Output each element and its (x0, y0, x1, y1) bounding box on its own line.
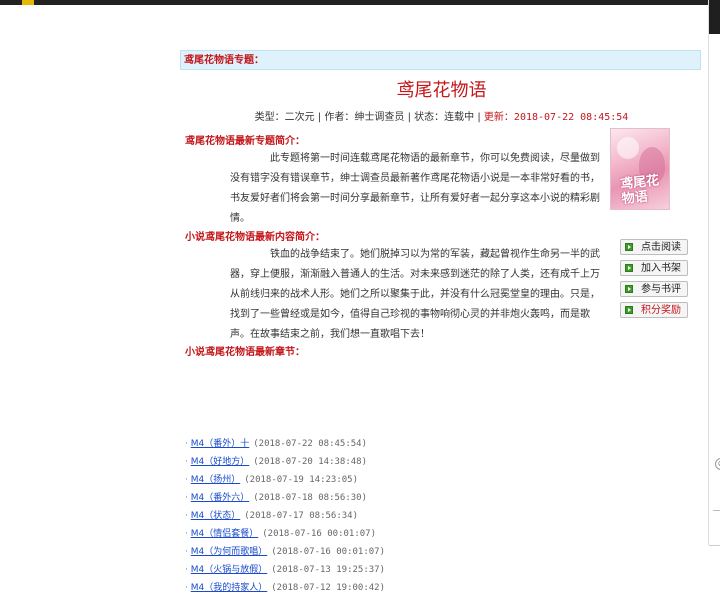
list-item: · M4（为何而歌唱） (2018-07-16 00:01:07) (185, 543, 685, 561)
topic-header: 鸢尾花物语专题： (180, 50, 701, 70)
chapter-time: (2018-07-18 08:56:30) (253, 493, 368, 503)
chapter-link[interactable]: M4（状态） (191, 511, 241, 521)
side-panel: ⊘ (708, 0, 720, 546)
add-shelf-button[interactable]: 加入书架 (620, 260, 688, 276)
points-reward-button[interactable]: 积分奖励 (620, 302, 688, 318)
chapter-link[interactable]: M4（火锅与放假） (191, 565, 268, 575)
book-type: 类型：二次元 (254, 112, 315, 123)
book-author: 作者：绅士调查员 (324, 112, 405, 123)
chapter-link[interactable]: M4（情侣套餐） (191, 529, 259, 539)
chapter-list: · M4（番外）十 (2018-07-22 08:45:54) · M4（好地方）… (185, 435, 685, 597)
intro-text: 此专题将第一时间连载鸢尾花物语的最新章节，你可以免费阅读，尽量做到没有错字没有错… (230, 153, 600, 224)
chapter-time: (2018-07-20 14:38:48) (253, 457, 368, 467)
review-button[interactable]: 参与书评 (620, 281, 688, 297)
chapter-time: (2018-07-12 19:00:42) (271, 583, 386, 593)
update-label: 更新： (483, 112, 514, 123)
update-time: 2018-07-22 08:45:54 (513, 112, 629, 123)
arrow-icon (625, 285, 633, 293)
list-item: · M4（好地方） (2018-07-20 14:38:48) (185, 453, 685, 471)
book-title: 鸢尾花物语 (396, 80, 487, 101)
arrow-icon (625, 306, 633, 314)
list-item: · M4（番外）十 (2018-07-22 08:45:54) (185, 435, 685, 453)
list-item: · M4（状态） (2018-07-17 08:56:34) (185, 507, 685, 525)
chapter-time: (2018-07-22 08:45:54) (253, 439, 368, 449)
latest-chapters-label: 小说鸢尾花物语最新章节： (185, 347, 305, 358)
chapter-time: (2018-07-13 19:25:37) (271, 565, 386, 575)
add-shelf-button-label: 加入书架 (641, 263, 681, 274)
chapter-link[interactable]: M4（番外六） (191, 493, 250, 503)
cover-title-art: 鸢尾花物语 (619, 173, 660, 208)
intro-paragraph: 此专题将第一时间连载鸢尾花物语的最新章节，你可以免费阅读，尽量做到没有错字没有错… (230, 149, 605, 229)
arrow-icon (625, 243, 633, 251)
chapter-time: (2018-07-19 14:23:05) (244, 475, 359, 485)
chapter-link[interactable]: M4（我的持家人） (191, 583, 268, 593)
cover-decoration (617, 137, 639, 159)
side-panel-divider (713, 510, 720, 511)
read-button-label: 点击阅读 (641, 242, 681, 253)
side-panel-bottom-line (709, 545, 720, 546)
summary-label: 小说鸢尾花物语最新内容简介： (185, 232, 325, 243)
chapter-time: (2018-07-16 00:01:07) (271, 547, 386, 557)
arrow-icon (625, 264, 633, 272)
chapter-time: (2018-07-16 00:01:07) (262, 529, 377, 539)
book-topic-page: 鸢尾花物语专题： 鸢尾花物语 类型：二次元 | 作者：绅士调查员 | 状态：连载… (180, 50, 703, 593)
chapter-link[interactable]: M4（扬州） (191, 475, 241, 485)
summary-paragraph: 铁血的战争结束了。她们脱掉习以为常的军装，藏起曾视作生命另一半的武器，穿上便服，… (230, 245, 605, 345)
book-meta: 类型：二次元 | 作者：绅士调查员 | 状态：连载中 | 更新：2018-07-… (180, 108, 703, 123)
list-item: · M4（火锅与放假） (2018-07-13 19:25:37) (185, 561, 685, 579)
browser-tab-accent (22, 0, 34, 5)
chapter-link[interactable]: M4（番外）十 (191, 439, 250, 449)
chapter-link[interactable]: M4（为何而歌唱） (191, 547, 268, 557)
points-reward-button-label: 积分奖励 (641, 305, 681, 316)
intro-label: 鸢尾花物语最新专题简介： (185, 136, 305, 147)
book-cover-image[interactable]: 鸢尾花物语 (610, 128, 670, 210)
list-item: · M4（番外六） (2018-07-18 08:56:30) (185, 489, 685, 507)
list-item: · M4（我的持家人） (2018-07-12 19:00:42) (185, 579, 685, 597)
chapter-link[interactable]: M4（好地方） (191, 457, 250, 467)
help-icon[interactable]: ⊘ (715, 458, 720, 470)
list-item: · M4（扬州） (2018-07-19 14:23:05) (185, 471, 685, 489)
side-panel-header (709, 0, 720, 34)
book-status: 状态：连载中 (414, 112, 475, 123)
chapter-time: (2018-07-17 08:56:34) (244, 511, 359, 521)
review-button-label: 参与书评 (641, 284, 681, 295)
browser-top-bar (0, 0, 720, 5)
summary-text: 铁血的战争结束了。她们脱掉习以为常的军装，藏起曾视作生命另一半的武器，穿上便服，… (230, 249, 600, 340)
read-button[interactable]: 点击阅读 (620, 239, 688, 255)
list-item: · M4（情侣套餐） (2018-07-16 00:01:07) (185, 525, 685, 543)
